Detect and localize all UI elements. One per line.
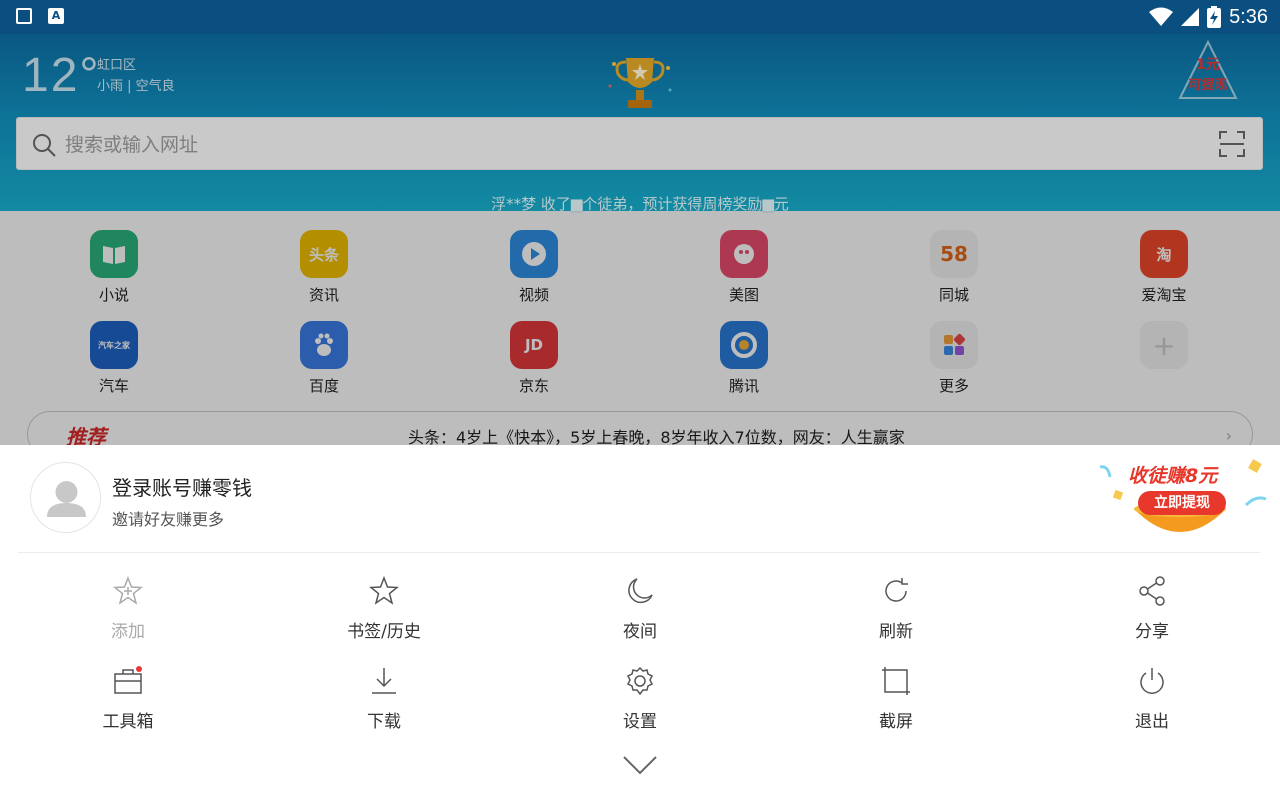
browser-home-page: A 5:36 12° 虹口区 小雨 | 空气良 1元 可提现 搜索或输入网址 浮… — [0, 0, 1280, 445]
moon-icon — [628, 578, 653, 604]
status-bar: A 5:36 — [0, 0, 1280, 34]
menu-item-label: 下载 — [367, 712, 401, 732]
menu-item-3[interactable]: 刷新 — [836, 575, 956, 642]
login-title[interactable]: 登录账号赚零钱 — [112, 472, 252, 501]
menu-item-7[interactable]: 设置 — [580, 665, 700, 732]
app-notification-icon: A — [48, 8, 64, 24]
collapse-chevron-down-icon[interactable] — [620, 753, 660, 777]
menu-item-label: 添加 — [111, 622, 145, 642]
divider — [18, 552, 1260, 553]
share-icon — [1139, 576, 1165, 606]
menu-item-label: 工具箱 — [102, 712, 154, 732]
promo-title: 收徒赚8元 — [1128, 465, 1218, 487]
signal-icon — [1181, 8, 1200, 26]
status-icons: 5:36 — [1149, 4, 1268, 30]
menu-item-label: 截屏 — [879, 712, 913, 732]
screenshot-icon — [882, 667, 910, 695]
menu-item-9[interactable]: 退出 — [1092, 665, 1212, 732]
menu-item-label: 夜间 — [623, 622, 657, 642]
power-icon — [1140, 668, 1164, 694]
toolbox-icon — [114, 666, 142, 694]
menu-item-5[interactable]: 工具箱 — [68, 665, 188, 732]
overlay-scrim-top[interactable] — [0, 34, 1280, 211]
star-icon — [368, 575, 400, 605]
menu-item-0[interactable]: 添加 — [68, 575, 188, 642]
download-icon — [372, 668, 396, 694]
menu-item-1[interactable]: 书签/历史 — [324, 575, 444, 642]
menu-item-4[interactable]: 分享 — [1092, 575, 1212, 642]
gear-icon — [626, 666, 654, 696]
wifi-icon — [1149, 7, 1174, 26]
menu-item-8[interactable]: 截屏 — [836, 665, 956, 732]
battery-charging-icon — [1207, 6, 1222, 28]
overlay-scrim[interactable] — [0, 211, 1280, 445]
invite-promo-banner[interactable]: 收徒赚8元 立即提现 — [1094, 455, 1274, 547]
refresh-icon — [885, 578, 908, 602]
withdraw-button[interactable]: 立即提现 — [1138, 491, 1226, 515]
avatar[interactable] — [30, 462, 101, 533]
clock: 5:36 — [1229, 5, 1268, 28]
menu-item-label: 刷新 — [879, 622, 913, 642]
add-star-icon — [112, 575, 144, 605]
menu-item-2[interactable]: 夜间 — [580, 575, 700, 642]
menu-item-label: 书签/历史 — [347, 622, 421, 642]
browser-menu-sheet: 登录账号赚零钱 邀请好友赚更多 收徒赚8元 立即提现 添加 书签/历史 夜间 刷新 分享… — [0, 445, 1280, 800]
login-subtitle: 邀请好友赚更多 — [112, 510, 225, 529]
menu-item-label: 分享 — [1135, 622, 1169, 642]
user-avatar-icon — [47, 481, 86, 517]
gallery-notification-icon — [16, 8, 32, 24]
menu-item-label: 设置 — [623, 712, 657, 732]
menu-item-label: 退出 — [1135, 712, 1169, 732]
menu-item-6[interactable]: 下载 — [324, 665, 444, 732]
